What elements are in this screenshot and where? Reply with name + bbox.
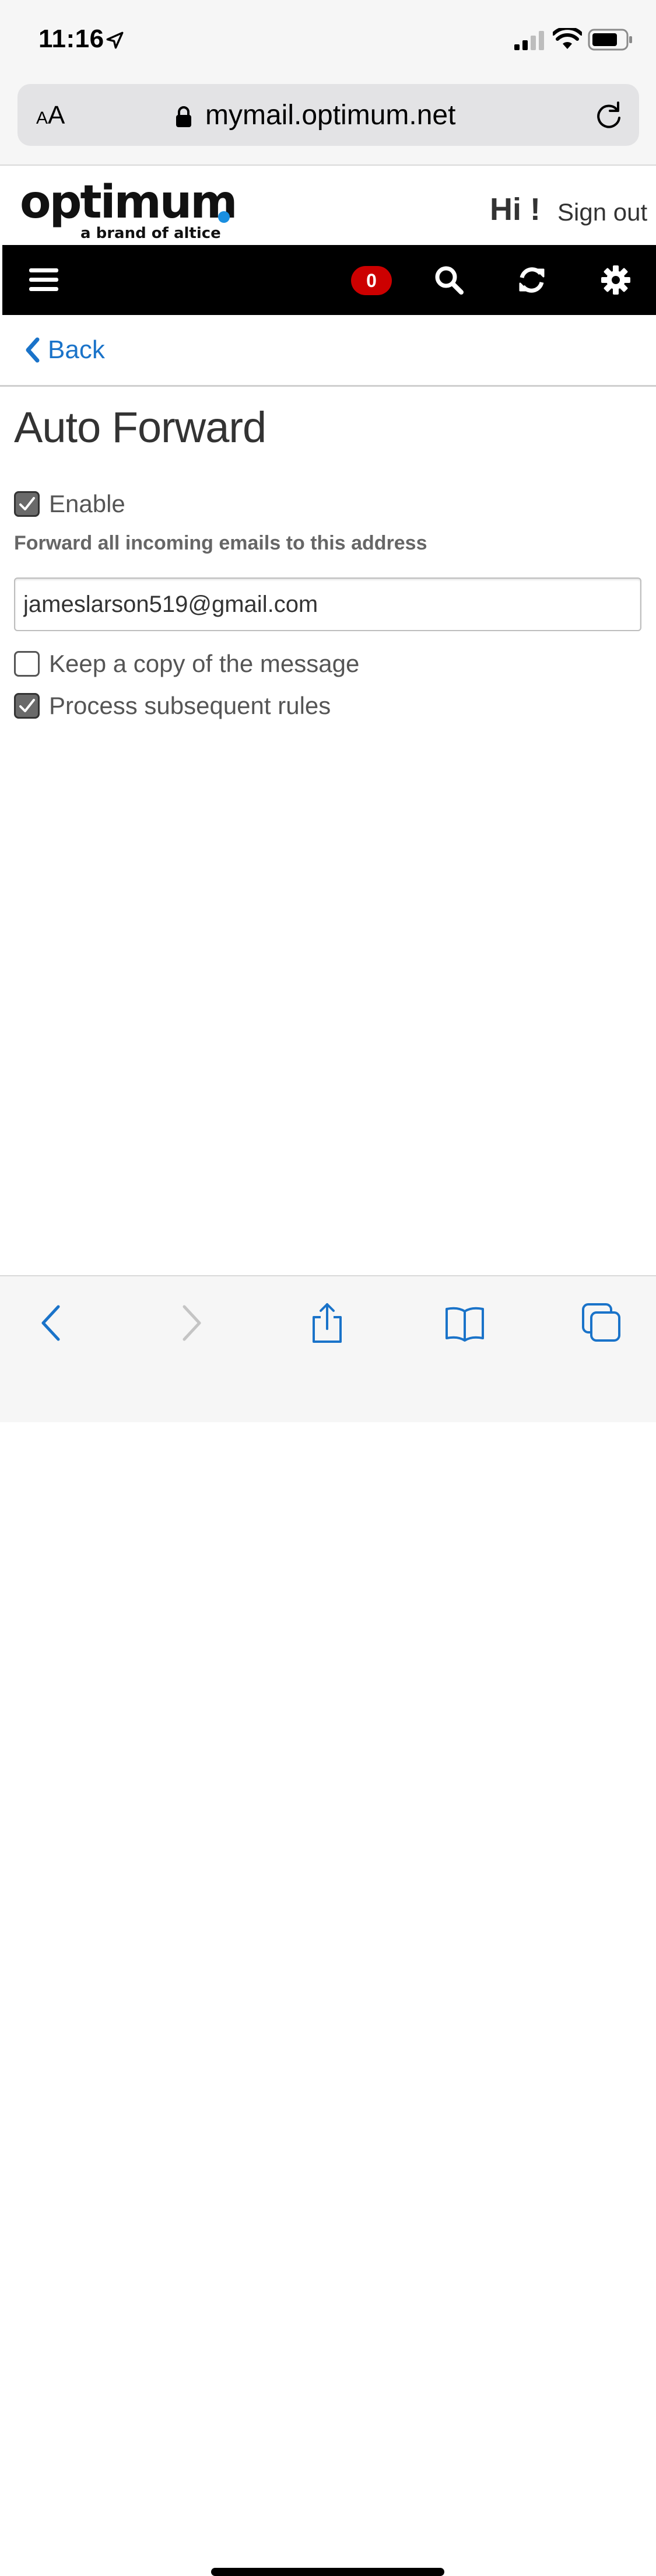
process-rules-option[interactable]: Process subsequent rules <box>14 692 331 720</box>
browser-address-area: AA mymail.optimum.net <box>0 82 656 166</box>
battery-icon <box>588 29 632 51</box>
browser-bottom-toolbar <box>0 1275 656 2576</box>
unread-count-badge[interactable]: 0 <box>351 266 392 295</box>
forward-address-label: Forward all incoming emails to this addr… <box>14 532 427 554</box>
sign-out-link[interactable]: Sign out <box>557 198 647 226</box>
logo-tagline: a brand of altice <box>80 225 221 242</box>
keep-copy-checkbox[interactable] <box>14 651 40 677</box>
checkmark-icon <box>19 497 35 510</box>
gear-icon[interactable] <box>601 265 631 295</box>
enable-label: Enable <box>49 490 125 517</box>
page-title: Auto Forward <box>14 403 266 452</box>
chevron-left-icon <box>26 337 40 363</box>
address-bar[interactable]: AA mymail.optimum.net <box>17 84 639 146</box>
logo-dot <box>218 211 230 223</box>
location-arrow-icon <box>106 32 124 49</box>
share-icon[interactable] <box>307 1302 348 1344</box>
hamburger-menu-icon[interactable] <box>29 266 58 294</box>
mail-toolbar: 0 <box>2 245 656 315</box>
site-header: optimum a brand of altice Hi ! Sign out <box>0 166 656 245</box>
url-text[interactable]: mymail.optimum.net <box>205 99 455 132</box>
logo-word: optimum <box>20 176 238 229</box>
enable-option[interactable]: Enable <box>14 490 125 518</box>
optimum-logo[interactable]: optimum a brand of altice <box>20 176 241 242</box>
text-size-button[interactable]: AA <box>36 99 89 132</box>
process-rules-label: Process subsequent rules <box>49 692 331 719</box>
search-icon[interactable] <box>434 265 464 295</box>
status-bar: 11:16 <box>0 0 656 82</box>
forward-email-input[interactable] <box>14 578 641 631</box>
reload-icon[interactable] <box>592 99 625 132</box>
back-link[interactable]: Back <box>23 332 105 368</box>
enable-checkbox[interactable] <box>14 491 40 517</box>
home-indicator <box>211 2568 444 2576</box>
keep-copy-option[interactable]: Keep a copy of the message <box>14 650 359 678</box>
greeting: Hi ! <box>490 192 541 227</box>
text-size-small: A <box>36 108 48 128</box>
checkmark-icon <box>19 699 35 712</box>
cellular-signal-icon <box>514 31 544 50</box>
process-rules-checkbox[interactable] <box>14 693 40 719</box>
forward-arrow-icon[interactable] <box>169 1302 210 1344</box>
tabs-icon[interactable] <box>581 1302 622 1344</box>
keep-copy-label: Keep a copy of the message <box>49 650 360 677</box>
refresh-icon[interactable] <box>517 265 547 295</box>
status-time: 11:16 <box>38 24 104 53</box>
text-size-large: A <box>48 101 65 130</box>
wifi-icon <box>553 28 582 49</box>
back-arrow-icon[interactable] <box>33 1302 73 1344</box>
bookmarks-icon[interactable] <box>444 1302 485 1344</box>
lock-icon <box>176 106 191 127</box>
back-row: Back <box>0 315 656 387</box>
back-label: Back <box>48 335 105 364</box>
